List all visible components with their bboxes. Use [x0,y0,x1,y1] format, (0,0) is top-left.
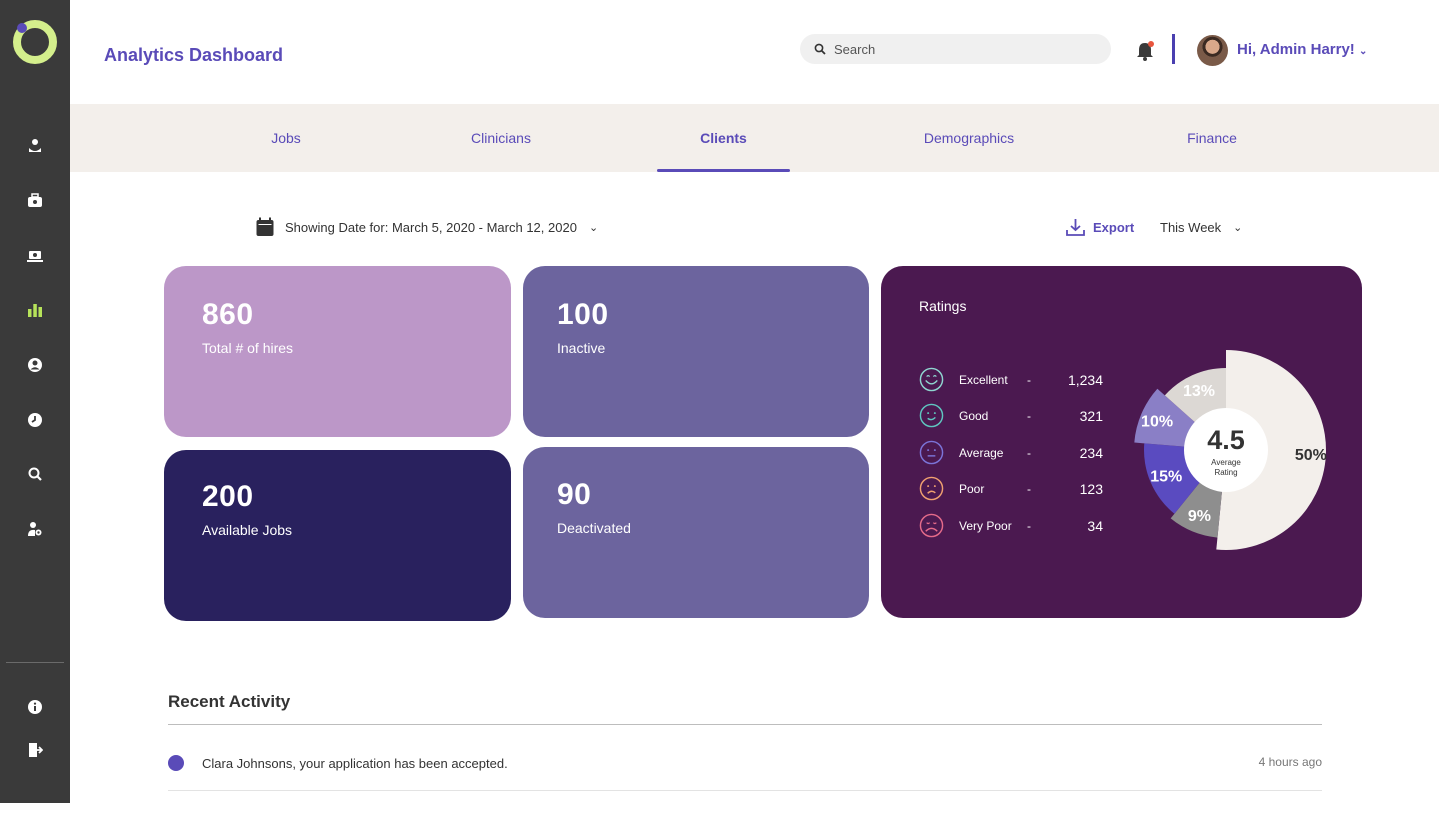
rating-dash: - [1027,481,1031,496]
rating-name: Poor [959,481,985,496]
rating-name: Average [959,445,1004,460]
active-tab-indicator [657,169,790,172]
period-value: This Week [1160,220,1222,235]
stat-card-available-jobs[interactable]: 200 Available Jobs [164,450,511,621]
recent-activity-divider [168,724,1322,725]
stat-value: 200 [202,480,254,513]
tab-bar: Jobs Clinicians Clients Demographics Fin… [70,104,1439,172]
stat-label: Available Jobs [202,522,293,538]
donut-slice-label: 15% [1150,469,1182,486]
rating-dash: - [1027,372,1031,387]
tab-label: Clinicians [471,130,531,146]
user-menu[interactable]: Hi, Admin Harry! ⌄ [1237,41,1367,58]
stat-label: Inactive [557,340,606,356]
activity-time: 4 hours ago [1258,755,1322,769]
nav-logout-icon[interactable] [23,738,47,762]
ratings-title: Ratings [919,298,967,314]
tab-clinicians[interactable]: Clinicians [451,104,551,172]
rating-row-average: Average - 234 [919,440,1103,465]
stat-value: 90 [557,478,592,511]
recent-activity-title: Recent Activity [168,692,291,711]
page-title: Analytics Dashboard [104,45,284,65]
nav-info-icon[interactable] [23,695,47,719]
activity-dot [168,755,184,771]
notification-bell-icon[interactable] [1135,40,1155,62]
date-range-label: Showing Date for: March 5, 2020 - March … [285,219,577,235]
stat-label: Total # of hires [202,340,294,356]
chevron-down-icon: ⌄ [1233,222,1243,234]
date-range-selector[interactable]: Showing Date for: March 5, 2020 - March … [256,217,598,237]
nav-analytics-icon[interactable] [23,298,47,322]
rating-dash: - [1027,445,1031,460]
rating-count: 123 [1079,480,1103,497]
rating-row-good: Good - 321 [919,403,1103,428]
tab-label: Clients [700,130,747,146]
logo-icon [13,20,57,64]
search-icon [814,43,826,55]
stat-card-inactive[interactable]: 100 Inactive [523,266,869,437]
tab-label: Finance [1187,130,1237,146]
activity-text: Clara Johnsons, your application has bee… [202,756,508,771]
calendar-icon [256,217,274,236]
nav-clock-icon[interactable] [23,408,47,432]
rating-name: Excellent [959,372,1008,387]
stat-value: 100 [557,298,609,331]
search-bar[interactable] [800,34,1111,64]
rating-count: 234 [1079,444,1103,461]
tab-clients[interactable]: Clients [657,104,790,172]
tab-finance[interactable]: Finance [1167,104,1257,172]
avatar[interactable] [1197,35,1228,66]
ratings-donut-chart: 50% 9% 15% 10% 13% 4.5 Average Rating [1134,350,1327,550]
donut-slice-label: 10% [1141,413,1173,430]
sidebar-divider [6,662,64,663]
chevron-down-icon: ⌄ [1358,46,1368,57]
donut-slice-label: 50% [1295,447,1327,464]
poor-face-icon [919,476,944,501]
rating-dash: - [1027,518,1031,533]
period-dropdown[interactable]: This Week ⌄ [1160,220,1242,235]
rating-count: 34 [1087,517,1103,534]
sidebar [0,0,70,803]
nav-user-circle-icon[interactable] [23,353,47,377]
average-face-icon [919,440,944,465]
rating-name: Very Poor [959,518,1012,533]
rating-name: Good [959,408,989,423]
ratings-card: Ratings Excellent - 1,234 Good - 321 Ave… [881,266,1362,618]
activity-item[interactable]: Clara Johnsons, your application has bee… [168,755,1322,791]
download-icon [1066,219,1085,236]
average-rating-label: Average [1211,458,1241,467]
rating-count: 321 [1079,407,1103,424]
rating-row-very-poor: Very Poor - 34 [919,513,1103,538]
donut-slice-label: 9% [1188,508,1211,525]
rating-row-poor: Poor - 123 [919,476,1103,501]
tab-label: Jobs [271,130,301,146]
header-divider [1172,34,1175,64]
nav-briefcase-icon[interactable] [23,189,47,213]
search-input[interactable] [834,41,1084,57]
nav-search-icon[interactable] [23,462,47,486]
tab-demographics[interactable]: Demographics [904,104,1034,172]
tab-jobs[interactable]: Jobs [246,104,326,172]
nav-user-settings-icon[interactable] [23,517,47,541]
donut-slice-label: 13% [1183,383,1215,400]
stat-card-total-hires[interactable]: 860 Total # of hires [164,266,511,437]
nav-hand-heart-icon[interactable] [23,134,47,158]
rating-row-excellent: Excellent - 1,234 [919,367,1103,392]
export-button[interactable]: Export [1066,218,1134,237]
average-rating-value: 4.5 [1207,425,1245,455]
stat-label: Deactivated [557,520,631,536]
very-poor-face-icon [919,513,944,538]
tab-label: Demographics [923,130,1015,146]
chevron-down-icon: ⌄ [588,221,599,234]
export-label: Export [1093,220,1135,235]
good-face-icon [919,403,944,428]
rating-dash: - [1027,408,1031,423]
rating-count: 1,234 [1067,371,1103,388]
greeting-text: Hi, Admin Harry! [1237,41,1355,58]
stat-value: 860 [202,298,254,331]
stat-card-deactivated[interactable]: 90 Deactivated [523,447,869,618]
nav-laptop-user-icon[interactable] [23,244,47,268]
excellent-face-icon [919,367,944,392]
average-rating-label: Rating [1214,468,1237,477]
